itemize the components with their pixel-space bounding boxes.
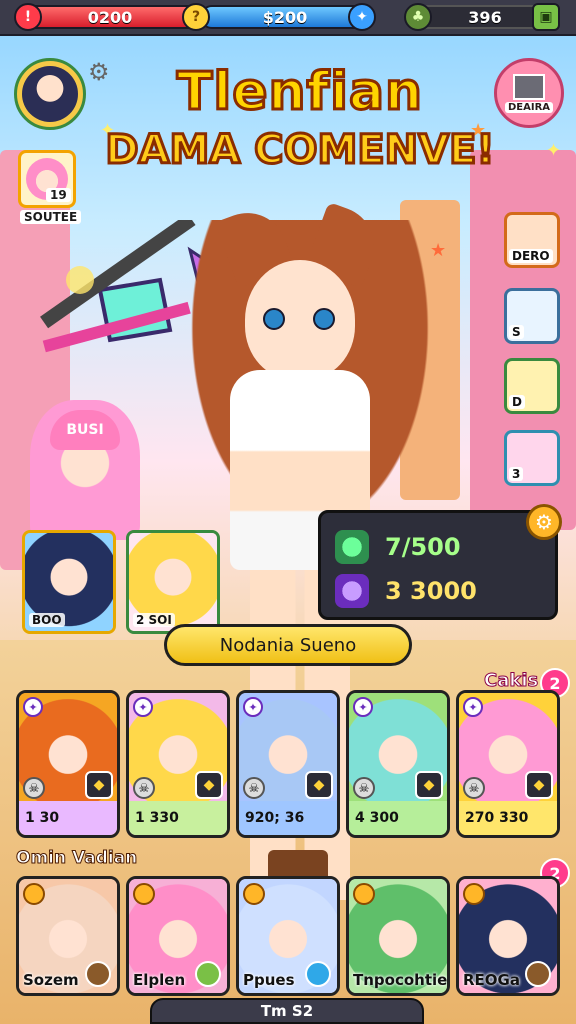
stat-row-progress: 7/500	[335, 527, 545, 567]
right-card-label: S	[509, 325, 524, 339]
skill-icon: ◆	[305, 771, 333, 799]
gold-value: 3 3000	[385, 577, 477, 605]
mini-character-card[interactable]: 2 SOI	[126, 530, 220, 634]
avatar-portrait	[22, 66, 78, 122]
element-orb-icon	[195, 961, 221, 987]
cakis-label: Cakis	[483, 670, 539, 692]
health-bar: 0200	[20, 5, 200, 29]
stats-panel: 7/500 3 3000	[318, 510, 558, 620]
title-line-2: DAMA COMENVE!	[104, 126, 496, 175]
hero-face	[245, 260, 355, 380]
mini-character-card[interactable]: BOO	[22, 530, 116, 634]
element-orb-icon	[85, 961, 111, 987]
skull-icon: ☠	[353, 777, 375, 799]
section-title: Omin Vadian	[15, 848, 138, 869]
settings-gear-icon[interactable]: ⚙	[526, 504, 562, 540]
picture-frame-icon	[513, 73, 545, 100]
right-card-dero[interactable]: DERO	[504, 212, 560, 268]
right-card-label: DERO	[509, 249, 553, 263]
character-card[interactable]: Sozem	[16, 876, 120, 996]
hero-eye	[263, 308, 285, 330]
title-line-1: Tlenfian	[175, 61, 424, 124]
gems-value: 396	[468, 7, 502, 27]
card-stat: 1 30	[19, 801, 117, 835]
star-icon	[23, 883, 45, 905]
hero-eye	[313, 308, 335, 330]
skill-icon: ◆	[415, 771, 443, 799]
player-avatar[interactable]	[14, 58, 86, 130]
heart-icon: !	[14, 3, 42, 31]
clover-icon	[335, 530, 369, 564]
coins-value: $200	[262, 7, 308, 27]
element-orb-icon	[305, 961, 331, 987]
star-icon	[353, 883, 375, 905]
card-stat: 920; 36	[239, 801, 337, 835]
bottom-bar-label: Tm S2	[260, 1002, 314, 1020]
card-name: Ppues	[243, 971, 295, 989]
tree-icon: ♣	[404, 3, 432, 31]
card-name: Sozem	[23, 971, 79, 989]
health-value: 0200	[87, 7, 133, 27]
coin-icon: ?	[182, 3, 210, 31]
gallery-button[interactable]: DEAIRA	[494, 58, 564, 128]
progress-value: 7/500	[385, 533, 461, 561]
stat-row-gold: 3 3000	[335, 571, 545, 611]
hat-text: BUSI	[66, 422, 104, 438]
skull-icon: ☠	[463, 777, 485, 799]
character-card[interactable]: Ppues	[236, 876, 340, 996]
right-card-3[interactable]: 3	[504, 430, 560, 486]
character-card[interactable]: ✦ ☠ ◆ 1 330	[126, 690, 230, 838]
mini-card-label: BOO	[29, 613, 65, 627]
card-name: REOGa	[463, 971, 520, 989]
gallery-button-label: DEAIRA	[504, 101, 554, 113]
skill-icon: ◆	[85, 771, 113, 799]
right-card-d[interactable]: D	[504, 358, 560, 414]
card-stat: 1 330	[129, 801, 227, 835]
skull-icon: ☠	[133, 777, 155, 799]
sparkle-icon: ✦	[546, 140, 562, 161]
star-icon: ✦	[353, 697, 373, 717]
character-name-banner[interactable]: Nodania Sueno	[164, 624, 412, 666]
skull-icon: ☠	[23, 777, 45, 799]
character-card[interactable]: Elplen	[126, 876, 230, 996]
element-orb-icon	[525, 961, 551, 987]
coins-bar: $200	[200, 5, 370, 29]
mini-card-label: 2 SOI	[133, 613, 175, 627]
title-logo: Tlenfian DAMA COMENVE!	[90, 61, 510, 175]
card-stat: 4 300	[349, 801, 447, 835]
right-card-s[interactable]: S	[504, 288, 560, 344]
star-icon: ✦	[243, 697, 263, 717]
bottom-menu-bar[interactable]: Tm S2	[150, 998, 424, 1024]
top-resource-bar: 0200 $200 396 ! ? ✦ ♣ ▣	[0, 0, 576, 36]
star-icon	[243, 883, 265, 905]
character-card[interactable]: ✦ ☠ ◆ 920; 36	[236, 690, 340, 838]
right-card-label: D	[509, 395, 525, 409]
star-icon: ✦	[133, 697, 153, 717]
star-icon	[463, 883, 485, 905]
side-card-number: 19	[46, 188, 71, 202]
character-card[interactable]: REOGa	[456, 876, 560, 996]
character-card[interactable]: Tnpocohtien	[346, 876, 450, 996]
character-card[interactable]: ✦ ☠ ◆ 1 30	[16, 690, 120, 838]
inventory-bag-icon[interactable]: ▣	[532, 3, 560, 31]
character-card[interactable]: ✦ ☠ ◆ 4 300	[346, 690, 450, 838]
star-icon	[133, 883, 155, 905]
add-coins-icon[interactable]: ✦	[348, 3, 376, 31]
skill-icon: ◆	[525, 771, 553, 799]
card-name: Tnpocohtien	[353, 971, 450, 989]
star-icon: ✦	[23, 697, 43, 717]
star-icon: ✦	[463, 697, 483, 717]
potion-icon	[335, 574, 369, 608]
character-name: Nodania Sueno	[219, 634, 357, 656]
character-card[interactable]: ✦ ☠ ◆ 270 330	[456, 690, 560, 838]
right-card-label: 3	[509, 467, 524, 481]
card-stat: 270 330	[459, 801, 557, 835]
skull-icon: ☠	[243, 777, 265, 799]
card-name: Elplen	[133, 971, 186, 989]
skill-icon: ◆	[195, 771, 223, 799]
